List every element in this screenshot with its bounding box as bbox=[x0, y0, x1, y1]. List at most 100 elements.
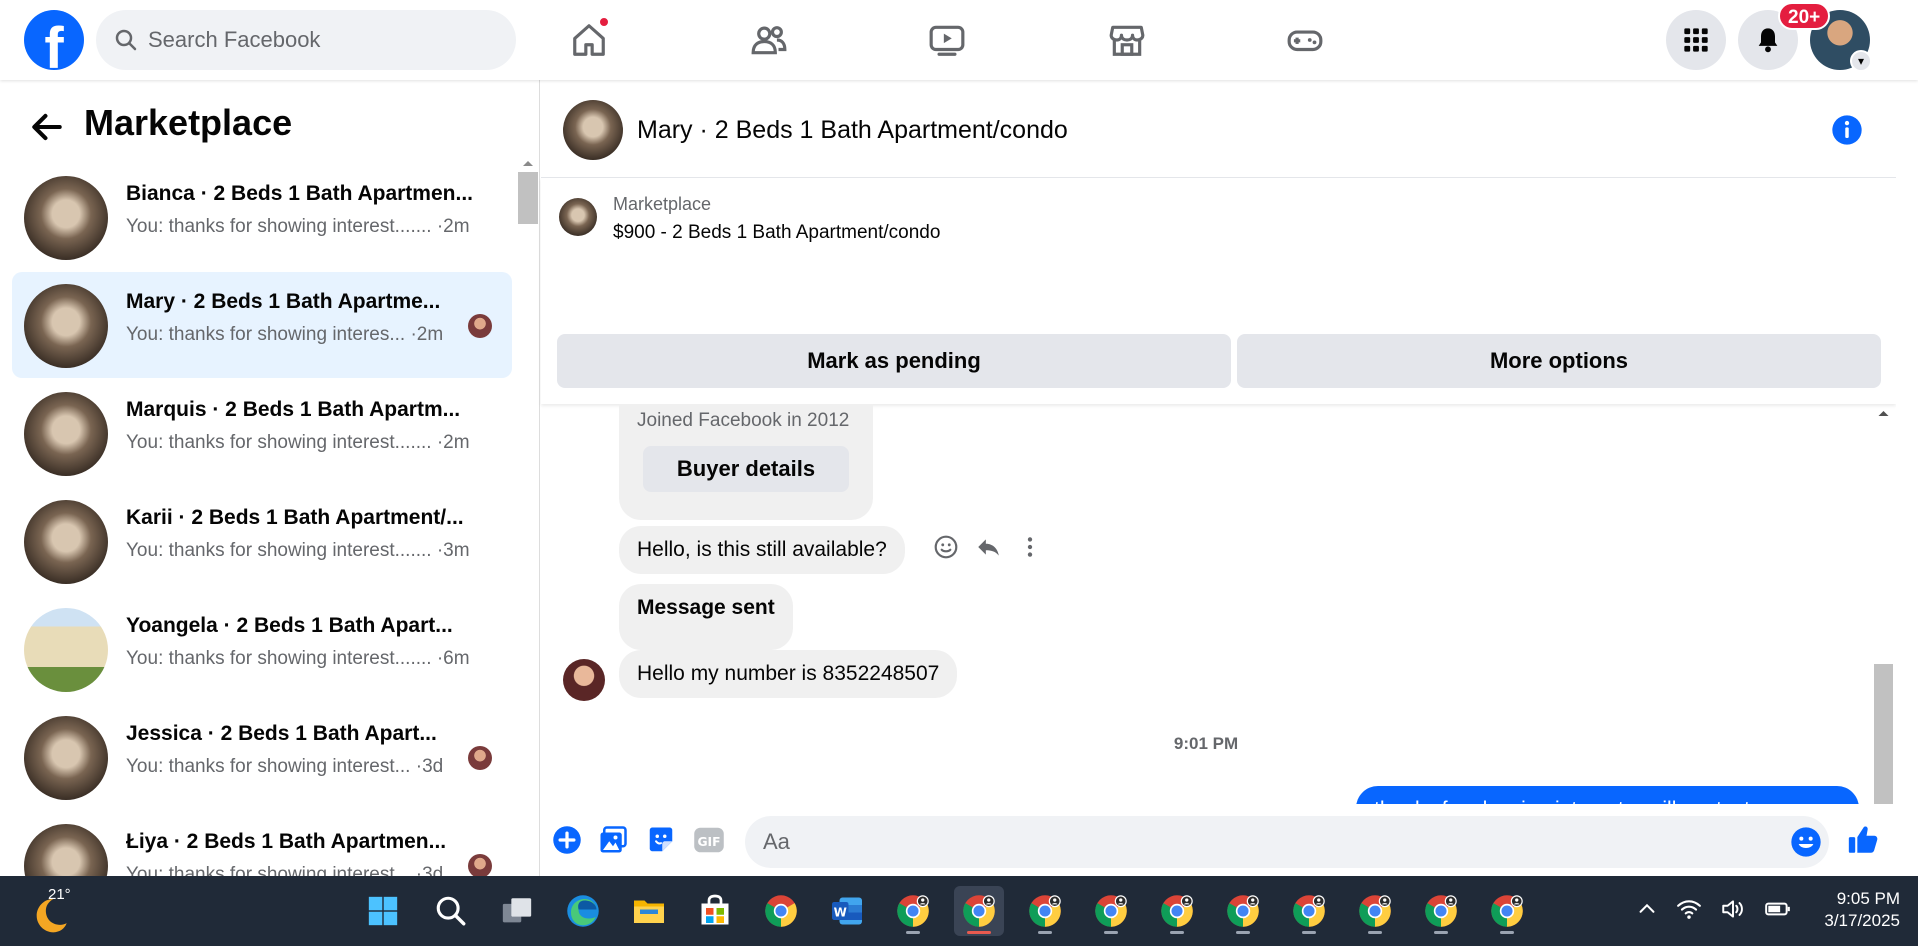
nav-marketplace[interactable] bbox=[1082, 10, 1172, 70]
conversation-preview: You: thanks for showing interest....... … bbox=[126, 216, 470, 237]
search-input[interactable] bbox=[148, 10, 498, 70]
sidebar-scrollbar[interactable] bbox=[516, 154, 540, 876]
word-icon: W bbox=[832, 897, 862, 925]
conversation-list: Bianca · 2 Beds 1 Bath Apartmen... You: t… bbox=[0, 164, 516, 876]
conversation-item[interactable]: Karii · 2 Beds 1 Bath Apartment/... You: … bbox=[12, 488, 512, 594]
taskbar-chrome-profile[interactable] bbox=[1482, 886, 1532, 936]
more-options-button[interactable]: More options bbox=[1237, 334, 1881, 388]
temperature: 21° bbox=[48, 886, 71, 903]
conversation-preview: You: thanks for showing interest....... … bbox=[126, 648, 470, 669]
conversation-item[interactable]: Yoangela · 2 Beds 1 Bath Apart... You: th… bbox=[12, 596, 512, 702]
reply-icon[interactable] bbox=[975, 534, 1001, 560]
battery-icon[interactable] bbox=[1764, 896, 1792, 922]
chat-scrollbar[interactable] bbox=[1871, 404, 1896, 864]
back-arrow-icon[interactable] bbox=[28, 108, 66, 146]
conversation-sidebar: Marketplace Bianca · 2 Beds 1 Bath Apart… bbox=[0, 80, 540, 876]
nav-gaming[interactable] bbox=[1260, 10, 1350, 70]
more-actions-button[interactable] bbox=[551, 824, 583, 856]
taskbar-chrome-profile[interactable] bbox=[1350, 886, 1400, 936]
mark-pending-button[interactable]: Mark as pending bbox=[557, 334, 1231, 388]
taskbar-chrome-profile[interactable] bbox=[1218, 886, 1268, 936]
taskbar-chrome-profile[interactable] bbox=[1284, 886, 1334, 936]
nav-home[interactable] bbox=[544, 10, 634, 70]
conversation-item[interactable]: Jessica · 2 Beds 1 Bath Apart... You: tha… bbox=[12, 704, 512, 810]
sticker-button[interactable] bbox=[645, 824, 677, 856]
conversation-thumbnail bbox=[24, 284, 108, 368]
chrome-icon bbox=[897, 895, 929, 927]
taskbar-chrome-profile[interactable] bbox=[954, 886, 1004, 936]
taskbar-file-explorer[interactable] bbox=[624, 886, 674, 936]
more-vertical-icon[interactable] bbox=[1017, 534, 1043, 560]
taskbar-chrome[interactable] bbox=[756, 886, 806, 936]
photo-icon bbox=[600, 826, 627, 853]
chrome-icon bbox=[1359, 895, 1391, 927]
info-icon[interactable] bbox=[1831, 114, 1863, 146]
chrome-icon bbox=[1029, 895, 1061, 927]
watch-icon bbox=[929, 25, 965, 56]
taskbar-chrome-profile[interactable] bbox=[888, 886, 938, 936]
conversation-item[interactable]: Bianca · 2 Beds 1 Bath Apartmen... You: t… bbox=[12, 164, 512, 270]
chevron-up-icon[interactable] bbox=[1636, 898, 1658, 920]
sender-avatar[interactable] bbox=[563, 659, 605, 701]
listing-thumbnail[interactable] bbox=[559, 198, 597, 236]
taskbar-chrome-profile[interactable] bbox=[1020, 886, 1070, 936]
sidebar-scroll-thumb[interactable] bbox=[518, 172, 538, 224]
search-icon bbox=[115, 29, 137, 51]
start-button[interactable] bbox=[358, 886, 408, 936]
chat-title[interactable]: Mary · 2 Beds 1 Bath Apartment/condo bbox=[637, 116, 1068, 145]
conversation-thumbnail bbox=[24, 824, 108, 876]
message-timestamp: 9:01 PM bbox=[1173, 734, 1239, 753]
taskbar-chrome-profile[interactable] bbox=[1086, 886, 1136, 936]
page-scrollbar[interactable] bbox=[1896, 80, 1918, 876]
taskbar-search[interactable] bbox=[426, 886, 476, 936]
grid-menu-icon bbox=[1684, 28, 1708, 52]
chevron-down-icon[interactable]: ▾ bbox=[1850, 50, 1872, 72]
running-indicator bbox=[1038, 931, 1052, 934]
running-indicator bbox=[906, 931, 920, 934]
menu-button[interactable] bbox=[1666, 10, 1726, 70]
conversation-thumbnail bbox=[24, 392, 108, 476]
chat-avatar[interactable] bbox=[563, 100, 623, 160]
conversation-name: Łiya · 2 Beds 1 Bath Apartmen... bbox=[126, 830, 447, 853]
conversation-item[interactable]: Łiya · 2 Beds 1 Bath Apartmen... You: tha… bbox=[12, 812, 512, 876]
taskbar-chrome-profile[interactable] bbox=[1416, 886, 1466, 936]
nav-friends[interactable] bbox=[724, 10, 814, 70]
running-indicator bbox=[967, 931, 991, 934]
message-input[interactable] bbox=[763, 816, 1763, 868]
react-emoji-icon[interactable] bbox=[933, 534, 959, 560]
seen-avatar bbox=[468, 746, 492, 770]
incoming-message[interactable]: Hello my number is 8352248507 bbox=[619, 650, 958, 698]
buyer-details-button[interactable]: Buyer details bbox=[643, 446, 849, 492]
facebook-logo[interactable]: f bbox=[24, 10, 84, 78]
taskbar-edge[interactable] bbox=[558, 886, 608, 936]
scroll-up-icon[interactable] bbox=[1871, 406, 1896, 420]
conversation-item[interactable]: Mary · 2 Beds 1 Bath Apartme... You: than… bbox=[12, 272, 512, 378]
message-thread: Joined Facebook in 2012 Buyer details He… bbox=[541, 404, 1871, 864]
gif-icon: GIF bbox=[694, 827, 724, 853]
search-box[interactable] bbox=[96, 10, 516, 70]
volume-icon[interactable] bbox=[1720, 896, 1746, 922]
emoji-icon[interactable] bbox=[1790, 826, 1822, 858]
wifi-icon[interactable] bbox=[1676, 896, 1702, 922]
seen-avatar bbox=[468, 314, 492, 338]
taskbar-store[interactable] bbox=[690, 886, 740, 936]
message-input-wrapper[interactable] bbox=[745, 816, 1829, 868]
conversation-item[interactable]: Marquis · 2 Beds 1 Bath Apartm... You: th… bbox=[12, 380, 512, 486]
incoming-message[interactable]: Hello, is this still available? bbox=[619, 526, 905, 574]
like-button[interactable] bbox=[1845, 824, 1881, 856]
clock-time: 9:05 PM bbox=[1836, 889, 1900, 908]
attach-photo-button[interactable] bbox=[597, 824, 629, 856]
scroll-up-icon[interactable] bbox=[516, 156, 540, 170]
system-clock[interactable]: 9:05 PM 3/17/2025 bbox=[1808, 888, 1900, 932]
running-indicator bbox=[1302, 931, 1316, 934]
nav-watch[interactable] bbox=[902, 10, 992, 70]
taskbar-chrome-profile[interactable] bbox=[1152, 886, 1202, 936]
taskbar-word[interactable]: W bbox=[822, 886, 872, 936]
system-tray bbox=[1636, 896, 1792, 922]
listing-price[interactable]: $900 - 2 Beds 1 Bath Apartment/condo bbox=[613, 222, 940, 244]
windows-taskbar: 21° W 9:05 PM 3/17/2025 bbox=[0, 876, 1918, 946]
folder-icon bbox=[634, 900, 664, 923]
task-view-button[interactable] bbox=[492, 886, 542, 936]
gif-button[interactable]: GIF bbox=[693, 824, 725, 856]
windows-logo-icon bbox=[368, 896, 398, 926]
